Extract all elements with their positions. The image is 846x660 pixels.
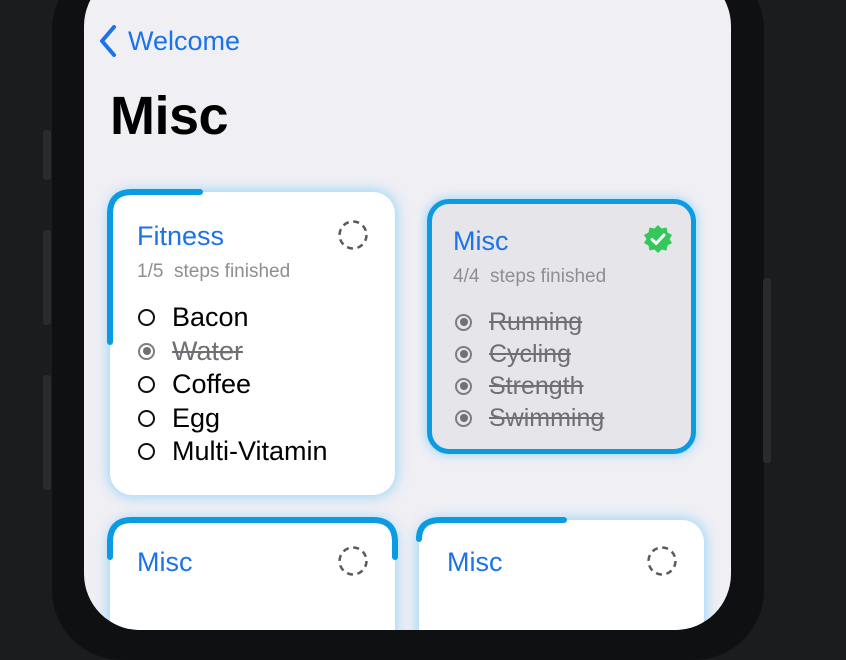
radio-icon[interactable]	[138, 409, 155, 427]
step-item[interactable]: Running	[455, 306, 604, 338]
card-title: Misc	[137, 547, 193, 577]
checklist-card[interactable]: Fitness 1/5 steps finished Bacon Water C…	[107, 189, 395, 495]
dashed-circle-icon[interactable]	[337, 545, 369, 582]
device-button	[43, 230, 51, 325]
progress-count: 4/4	[453, 266, 480, 287]
page-title: Misc	[110, 86, 229, 146]
step-item[interactable]: Swimming	[455, 402, 604, 434]
radio-checked-icon[interactable]	[138, 342, 155, 360]
progress-count: 1/5	[137, 261, 164, 282]
checklist-card[interactable]: Misc	[107, 517, 398, 630]
chevron-left-icon	[98, 24, 118, 58]
step-label: Swimming	[489, 403, 605, 432]
step-item[interactable]: Coffee	[138, 368, 328, 402]
radio-checked-icon[interactable]	[455, 313, 472, 331]
checklist-card[interactable]: Misc	[416, 517, 704, 630]
dashed-circle-icon[interactable]	[646, 545, 678, 582]
step-label: Egg	[172, 402, 221, 433]
step-item[interactable]: Water	[138, 335, 328, 369]
checkmark-seal-icon	[643, 224, 673, 259]
step-list: Bacon Water Coffee Egg Multi-Vitamin	[138, 301, 328, 469]
step-item[interactable]: Egg	[138, 402, 328, 436]
radio-icon[interactable]	[138, 443, 155, 461]
device-button	[763, 278, 771, 463]
screen: Welcome Misc Fitness 1/5 steps finished …	[84, 0, 731, 630]
card-title: Misc	[447, 547, 503, 577]
back-button-label: Welcome	[128, 25, 241, 56]
step-label: Running	[489, 307, 583, 336]
step-label: Multi-Vitamin	[172, 436, 328, 467]
step-item[interactable]: Bacon	[138, 301, 328, 335]
step-label: Water	[172, 335, 244, 366]
step-label: Strength	[489, 371, 584, 400]
step-label: Bacon	[172, 302, 249, 333]
card-progress: 4/4 steps finished	[453, 266, 606, 288]
dashed-circle-icon[interactable]	[337, 219, 369, 256]
step-item[interactable]: Cycling	[455, 338, 604, 370]
radio-icon[interactable]	[138, 309, 155, 327]
device-button	[43, 375, 51, 490]
step-item[interactable]: Multi-Vitamin	[138, 435, 328, 469]
card-progress: 1/5 steps finished	[137, 261, 290, 283]
card-title: Fitness	[137, 221, 225, 251]
radio-icon[interactable]	[138, 376, 155, 394]
checklist-card-complete[interactable]: Misc 4/4 steps finished Running Cycling …	[427, 199, 696, 454]
step-label: Coffee	[172, 369, 252, 400]
back-button[interactable]: Welcome	[98, 24, 240, 58]
progress-text: steps finished	[489, 266, 607, 287]
radio-checked-icon[interactable]	[455, 377, 472, 395]
device-button	[43, 130, 51, 180]
radio-checked-icon[interactable]	[455, 409, 472, 427]
step-label: Cycling	[489, 339, 571, 368]
progress-text: steps finished	[173, 261, 291, 282]
card-title: Misc	[453, 226, 509, 256]
radio-checked-icon[interactable]	[455, 345, 472, 363]
step-item[interactable]: Strength	[455, 370, 604, 402]
step-list: Running Cycling Strength Swimming	[455, 306, 604, 434]
